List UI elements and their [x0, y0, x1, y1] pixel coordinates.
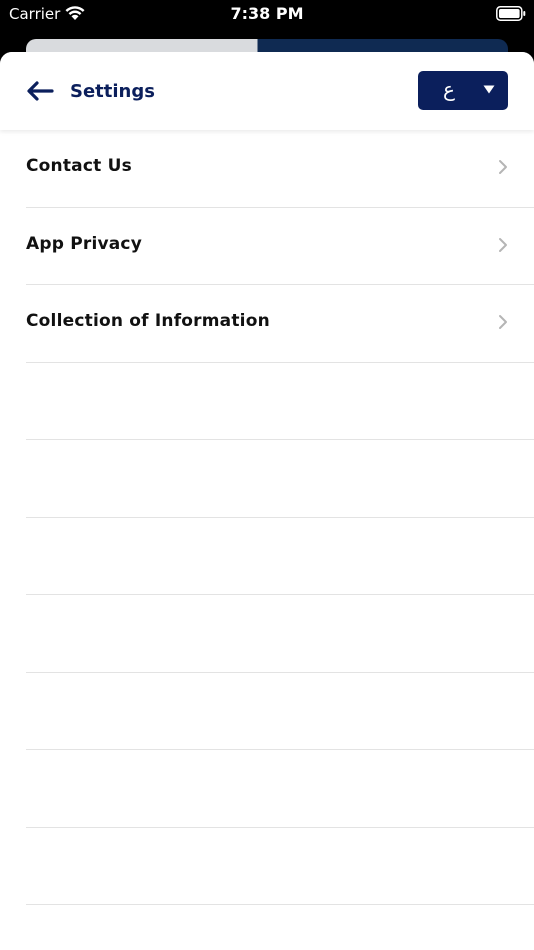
chevron-right-icon — [499, 237, 507, 252]
empty-row — [26, 673, 534, 750]
empty-row — [26, 440, 534, 518]
settings-item-contact-us[interactable]: Contact Us — [26, 130, 534, 208]
empty-row — [26, 518, 534, 595]
language-label: ع — [443, 77, 455, 101]
status-time: 7:38 PM — [230, 4, 304, 23]
settings-list: Contact Us App Privacy Collection of Inf… — [26, 130, 534, 905]
back-button[interactable]: Settings — [26, 74, 155, 108]
status-bar: Carrier 7:38 PM — [0, 0, 534, 30]
settings-item-app-privacy[interactable]: App Privacy — [26, 208, 534, 285]
language-dropdown[interactable]: ع — [418, 71, 508, 110]
navigation-bar: Settings ع — [0, 52, 534, 130]
settings-item-label: Contact Us — [26, 156, 132, 176]
settings-item-collection-of-information[interactable]: Collection of Information — [26, 285, 534, 363]
empty-row — [26, 750, 534, 828]
chevron-right-icon — [499, 315, 507, 329]
caret-down-icon — [483, 85, 495, 94]
page-title: Settings — [70, 80, 155, 102]
settings-sheet: Settings ع Contact Us App Privacy Collec… — [0, 52, 534, 950]
settings-item-label: App Privacy — [26, 233, 142, 254]
empty-row — [26, 828, 534, 905]
settings-item-label: Collection of Information — [26, 311, 270, 331]
chevron-right-icon — [499, 160, 507, 174]
battery-icon — [496, 6, 526, 21]
empty-row — [26, 595, 534, 673]
empty-row — [26, 363, 534, 440]
back-arrow-icon — [27, 81, 54, 101]
